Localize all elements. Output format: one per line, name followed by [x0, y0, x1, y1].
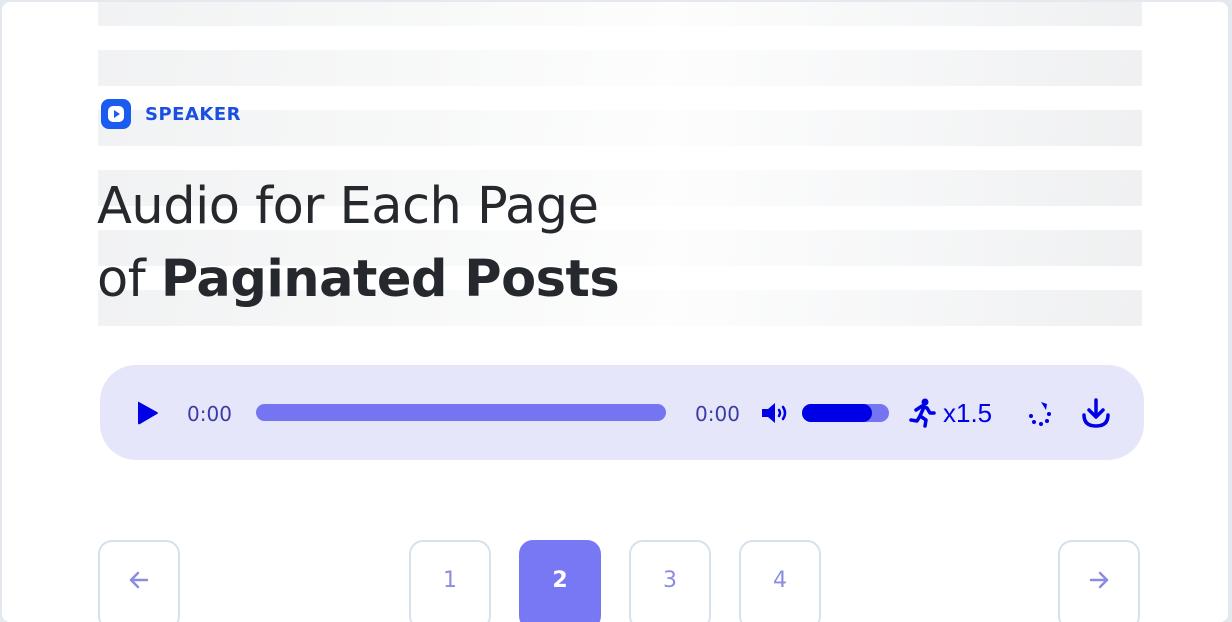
- placeholder-line: [98, 2, 1142, 26]
- mute-button[interactable]: [760, 400, 790, 431]
- title-line-2-regular: of: [97, 250, 146, 309]
- page-button-3[interactable]: 3: [629, 540, 711, 622]
- volume-icon: [762, 403, 787, 423]
- title-line-2-bold: Paginated Posts: [160, 250, 620, 309]
- speed-button[interactable]: [908, 398, 936, 433]
- next-page-button[interactable]: [1058, 540, 1140, 622]
- placeholder-line: [98, 50, 1142, 86]
- volume-level: [802, 404, 872, 422]
- speed-label[interactable]: x1.5: [943, 398, 992, 429]
- prev-page-button[interactable]: [98, 540, 180, 622]
- play-button[interactable]: [136, 400, 160, 431]
- duration: 0:00: [695, 402, 740, 426]
- download-icon: [1082, 398, 1110, 428]
- loop-button[interactable]: [1026, 398, 1054, 433]
- page-button-4[interactable]: 4: [739, 540, 821, 622]
- brand: SPEAKER: [101, 99, 241, 129]
- audio-player: 0:00 0:00 x1.5: [100, 365, 1144, 460]
- title-line-1: Audio for Each Page: [97, 177, 599, 236]
- progress-slider[interactable]: [256, 404, 666, 421]
- play-icon: [138, 401, 158, 425]
- current-time: 0:00: [187, 402, 232, 426]
- brand-name: SPEAKER: [145, 103, 241, 125]
- volume-slider[interactable]: [802, 404, 889, 422]
- card: SPEAKER Audio for Each Page of Paginated…: [2, 2, 1228, 622]
- arrow-left-icon: [129, 571, 149, 589]
- download-button[interactable]: [1080, 397, 1112, 434]
- running-speed-icon: [909, 398, 936, 428]
- placeholder-line: [98, 110, 1142, 146]
- play-logo-icon: [101, 99, 131, 129]
- loop-icon: [1029, 402, 1051, 426]
- page-button-2[interactable]: 2: [519, 540, 601, 622]
- page-title: Audio for Each Page of Paginated Posts: [97, 170, 620, 316]
- page-button-1[interactable]: 1: [409, 540, 491, 622]
- arrow-right-icon: [1089, 571, 1109, 589]
